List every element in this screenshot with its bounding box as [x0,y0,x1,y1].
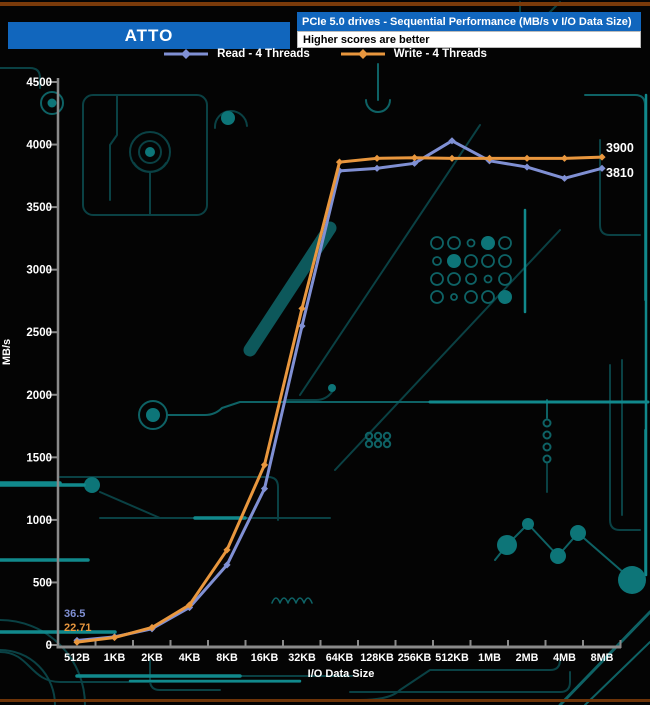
y-tick-label: 3000 [26,265,52,277]
legend-label-write: Write - 4 Threads [393,48,487,60]
data-point-marker [523,154,531,162]
x-tick-label: 64KB [326,652,354,664]
end-value-label: 3900 [606,141,634,155]
x-tick-label: 16KB [251,652,279,664]
x-tick-label: 512B [64,652,90,664]
start-value-label: 22.71 [64,622,92,634]
data-point-marker [598,153,606,161]
data-point-marker [373,154,381,162]
write-series-line [75,155,604,644]
chart-title: PCIe 5.0 drives - Sequential Performance… [297,12,641,31]
chart-legend: Read - 4 Threads Write - 4 Threads [0,48,650,60]
x-tick-label: 1KB [104,652,126,664]
y-tick-label: 3500 [26,202,52,214]
x-tick-label: 4KB [179,652,201,664]
y-tick-label: 1500 [26,452,52,464]
y-tick-label: 4000 [26,140,52,152]
y-tick-label: 1000 [26,515,52,527]
legend-label-read: Read - 4 Threads [217,48,310,60]
x-tick-label: 2KB [141,652,163,664]
x-tick-label: 8MB [591,652,614,664]
read-series-line [75,139,604,642]
x-tick-label: 2MB [516,652,539,664]
brand-badge: ATTO [8,22,290,49]
y-tick-label: 4500 [26,77,52,89]
x-axis-title: I/O Data Size [308,668,375,680]
x-tick-label: 512KB [435,652,469,664]
read-series-swatch-icon [164,49,209,59]
data-point-marker [448,154,456,162]
x-tick-label: 8KB [216,652,238,664]
performance-line-chart: 0 500 1000 1500 2000 2500 3000 3500 4000 4500 512B… [1,77,634,680]
data-point-marker [560,174,569,182]
data-point-marker [523,163,531,171]
y-tick-label: 2500 [26,327,52,339]
data-point-marker [598,164,606,172]
data-point-marker [560,154,569,162]
y-axis-title: MB/s [1,339,13,365]
y-tick-label: 500 [33,577,52,589]
write-series-swatch-icon [340,49,385,59]
atto-benchmark-screenshot: ATTO PCIe 5.0 drives - Sequential Perfor… [0,0,650,705]
legend-item-write: Write - 4 Threads [340,48,487,60]
chart-subtitle: Higher scores are better [297,31,641,48]
y-tick-label: 2000 [26,390,52,402]
x-tick-label: 128KB [360,652,394,664]
x-tick-label: 256KB [398,652,432,664]
data-point-marker [335,158,344,166]
start-value-label: 36.5 [64,608,85,620]
x-tick-label: 1MB [478,652,501,664]
end-value-label: 3810 [606,166,634,180]
x-tick-label: 4MB [553,652,576,664]
x-tick-label: 32KB [288,652,316,664]
data-point-marker [373,164,381,172]
legend-item-read: Read - 4 Threads [163,48,310,60]
y-tick-label: 0 [46,640,52,652]
